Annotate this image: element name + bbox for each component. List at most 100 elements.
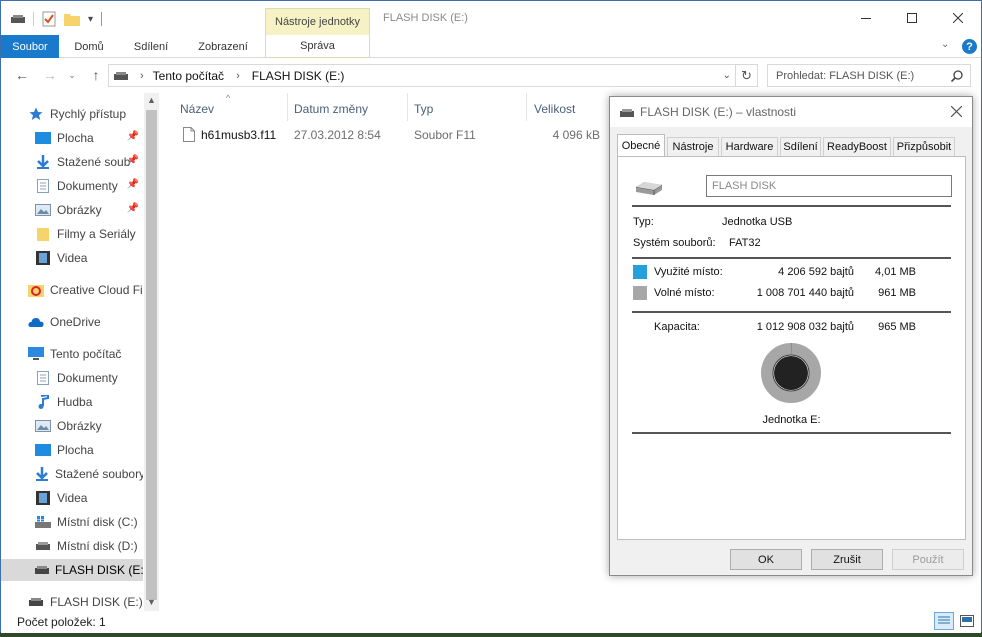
document-icon — [35, 371, 51, 385]
sidebar-item-videos[interactable]: Videa — [1, 247, 143, 269]
sidebar-item-label: OneDrive — [50, 315, 101, 329]
tab-manage[interactable]: Správa — [265, 35, 370, 58]
sidebar-item-pc-videos[interactable]: Videa — [1, 487, 143, 509]
column-header-size[interactable]: Velikost — [534, 98, 575, 120]
properties-icon[interactable] — [42, 11, 56, 27]
sidebar-item-onedrive[interactable]: OneDrive — [1, 311, 143, 333]
drive-label-field[interactable]: FLASH DISK — [706, 175, 952, 197]
sidebar-item-label: Plocha — [57, 131, 94, 145]
address-history-dropdown[interactable]: ⌄ — [723, 70, 731, 81]
sidebar-item-pc-documents[interactable]: Dokumenty — [1, 367, 143, 389]
details-view-button[interactable] — [934, 612, 954, 630]
pin-icon[interactable]: 📌 — [127, 203, 139, 214]
sidebar-item-documents[interactable]: Dokumenty 📌 — [1, 175, 143, 197]
forward-button[interactable]: → — [41, 66, 59, 84]
sidebar-item-music[interactable]: Hudba — [1, 391, 143, 413]
tab-tools[interactable]: Nástroje — [667, 137, 719, 156]
sidebar-item-flash-disk[interactable]: FLASH DISK (E:) — [1, 559, 143, 581]
ribbon-expand-icon[interactable]: ⌄ — [941, 39, 949, 50]
sidebar-item-local-disk-d[interactable]: Místní disk (D:) — [1, 535, 143, 557]
sidebar-item-pc-pictures[interactable]: Obrázky — [1, 415, 143, 437]
properties-dialog: FLASH DISK (E:) – vlastnosti Obecné Nást… — [609, 96, 973, 576]
up-button[interactable]: ↑ — [87, 66, 105, 84]
sidebar-item-desktop[interactable]: Plocha 📌 — [1, 127, 143, 149]
large-icons-view-button[interactable] — [958, 613, 976, 629]
recent-locations-button[interactable]: ⌄ — [63, 66, 81, 84]
tab-customize[interactable]: Přizpůsobit — [893, 137, 955, 156]
refresh-icon[interactable]: ↻ — [741, 68, 752, 84]
tab-share[interactable]: Sdílení — [121, 35, 181, 58]
sidebar-item-this-pc[interactable]: Tento počítač — [1, 343, 143, 365]
sidebar-item-pc-desktop[interactable]: Plocha — [1, 439, 143, 461]
donut-hole — [774, 356, 808, 390]
sidebar-item-label: Videa — [57, 251, 88, 265]
new-folder-icon[interactable] — [64, 12, 80, 26]
filesystem-value: FAT32 — [729, 237, 761, 249]
capacity-label: Kapacita: — [654, 321, 700, 333]
customize-qa-dropdown[interactable]: ▾ — [88, 14, 93, 25]
separator — [632, 432, 951, 434]
sidebar-item-pc-downloads[interactable]: Stažené soubory — [1, 463, 143, 485]
column-header-type[interactable]: Typ — [414, 98, 433, 120]
address-row: ← → ⌄ ↑ › Tento počítač › FLASH DISK (E:… — [1, 58, 981, 93]
sidebar-item-flash-disk-root[interactable]: FLASH DISK (E:) — [1, 591, 143, 611]
free-space-swatch — [633, 286, 647, 300]
tab-home[interactable]: Domů — [61, 35, 117, 58]
column-header-date[interactable]: Datum změny — [294, 98, 368, 120]
breadcrumb-this-pc[interactable]: Tento počítač — [153, 69, 224, 83]
help-icon[interactable]: ? — [962, 39, 977, 54]
search-input[interactable]: Prohledat: FLASH DISK (E:) — [767, 64, 971, 87]
navigation-scrollbar[interactable]: ▲ ▼ — [144, 93, 159, 611]
sidebar-item-creative-cloud[interactable]: Creative Cloud Fil — [1, 279, 143, 301]
desktop-icon — [35, 443, 51, 457]
column-divider[interactable] — [407, 93, 408, 121]
maximize-button[interactable] — [889, 1, 935, 35]
computer-icon — [28, 347, 44, 361]
film-icon — [35, 491, 51, 505]
tab-sharing[interactable]: Sdílení — [780, 137, 821, 156]
large-icons-view-icon — [960, 615, 974, 627]
scroll-down-icon[interactable]: ▼ — [147, 597, 156, 607]
pin-icon[interactable]: 📌 — [127, 179, 139, 190]
column-divider[interactable] — [526, 93, 527, 121]
sidebar-item-quick-access[interactable]: Rychlý přístup — [1, 103, 143, 125]
column-header-name[interactable]: Název — [180, 98, 214, 120]
tab-general[interactable]: Obecné — [617, 134, 665, 157]
sidebar-item-local-disk-c[interactable]: Místní disk (C:) — [1, 511, 143, 533]
cancel-button[interactable]: Zrušit — [811, 549, 883, 570]
pin-icon[interactable]: 📌 — [127, 131, 139, 142]
file-size: 4 096 kB — [552, 128, 600, 142]
drive-icon — [114, 71, 128, 80]
item-count: Počet položek: 1 — [17, 615, 106, 629]
column-divider[interactable] — [287, 93, 288, 121]
star-icon — [28, 107, 44, 121]
close-button[interactable] — [935, 1, 981, 35]
file-name[interactable]: h61musb3.f11 — [201, 128, 276, 142]
drive-icon[interactable] — [11, 14, 25, 24]
chevron-right-icon: › — [236, 69, 240, 82]
back-button[interactable]: ← — [13, 66, 31, 84]
sidebar-item-downloads[interactable]: Stažené soub 📌 — [1, 151, 143, 173]
tab-file[interactable]: Soubor — [1, 35, 59, 58]
creative-cloud-icon — [28, 283, 44, 297]
sidebar-item-movies[interactable]: Filmy a Seriály — [1, 223, 143, 245]
close-icon[interactable] — [951, 106, 962, 117]
quick-access-toolbar: ▾ — [11, 11, 103, 27]
scroll-up-icon[interactable]: ▲ — [147, 95, 156, 105]
address-bar[interactable]: › Tento počítač › FLASH DISK (E:) ⌄ ↻ — [108, 64, 758, 87]
tab-view[interactable]: Zobrazení — [187, 35, 259, 58]
ribbon-tabs: Soubor Domů Sdílení Zobrazení Správa ⌄ ? — [1, 35, 981, 58]
file-icon — [183, 127, 195, 142]
ok-button[interactable]: OK — [730, 549, 802, 570]
tab-readyboost[interactable]: ReadyBoost — [823, 137, 891, 156]
minimize-button[interactable] — [843, 1, 889, 35]
sidebar-item-pictures[interactable]: Obrázky 📌 — [1, 199, 143, 221]
apply-button[interactable]: Použít — [892, 549, 964, 570]
tab-hardware[interactable]: Hardware — [721, 137, 778, 156]
desktop-icon — [35, 131, 51, 145]
breadcrumb-flash-disk[interactable]: FLASH DISK (E:) — [252, 69, 345, 83]
scrollbar-thumb[interactable] — [146, 110, 157, 600]
pin-icon[interactable]: 📌 — [127, 155, 139, 166]
free-space-bytes: 1 008 701 440 bajtů — [756, 287, 854, 299]
used-space-bytes: 4 206 592 bajtů — [778, 266, 854, 278]
